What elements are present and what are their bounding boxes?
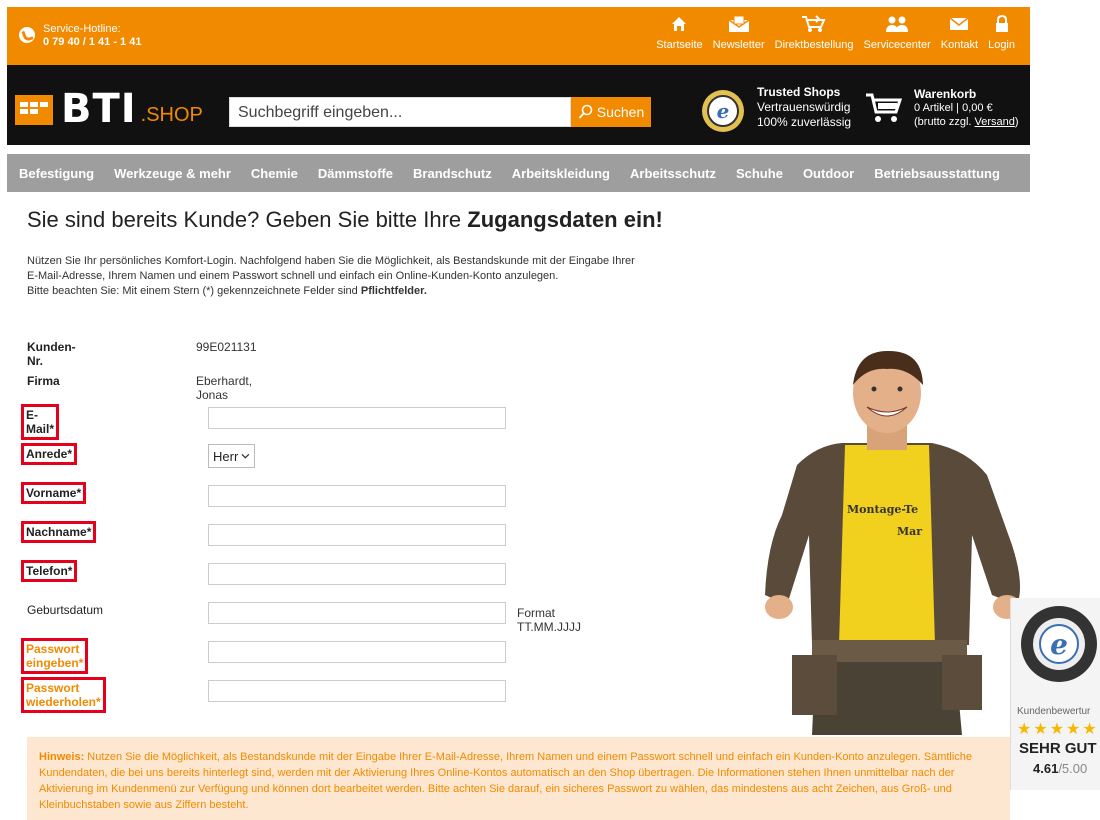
email-field[interactable]: [208, 407, 506, 429]
cart-count: 0 Artikel | 0,00 €: [914, 102, 993, 114]
nav-kontakt[interactable]: Kontakt: [936, 13, 983, 51]
shirt-text-1: Montage-Te: [847, 503, 918, 516]
category-betriebsausstattung[interactable]: Betriebsausstattung: [874, 166, 1000, 181]
nav-label: Kontakt: [940, 39, 979, 51]
cart-summary[interactable]: Warenkorb 0 Artikel | 0,00 € (brutto zzg…: [914, 87, 1019, 129]
passwort-label: Passwort eingeben*: [21, 638, 89, 674]
email-label: E-Mail*: [21, 404, 60, 440]
lock-icon: [995, 13, 1009, 35]
search-button[interactable]: Suchen: [571, 97, 651, 127]
nav-label: Servicecenter: [863, 39, 931, 51]
trusted-shops-text: Trusted Shops Vertrauenswürdig 100% zuve…: [757, 85, 851, 130]
nav-label: Direktbestellung: [774, 39, 854, 51]
star-rating-icon: ★★★★★: [1017, 721, 1099, 738]
logo-text: BTI: [61, 86, 137, 132]
nav-startseite[interactable]: Startseite: [651, 13, 707, 51]
nav-newsletter[interactable]: Newsletter: [708, 13, 770, 51]
anrede-select[interactable]: Herr: [208, 444, 255, 468]
passwort-repeat-label: Passwort wiederholen*: [21, 677, 106, 713]
worker-photo: Montage-Te Mar: [757, 345, 1027, 735]
search-icon: [578, 104, 593, 119]
trusted-line2: 100% zuverlässig: [757, 115, 852, 129]
geburtsdatum-field[interactable]: [208, 602, 506, 624]
password-field[interactable]: [208, 641, 506, 663]
category-chemie[interactable]: Chemie: [251, 166, 298, 181]
nav-label: Startseite: [656, 39, 703, 51]
mail-icon: [949, 13, 969, 35]
password-repeat-field[interactable]: [208, 680, 506, 702]
trusted-line1: Vertrauenswürdig: [757, 100, 851, 114]
category-arbeitskleidung[interactable]: Arbeitskleidung: [512, 166, 610, 181]
logo-mark-icon: [15, 95, 53, 125]
nachname-label: Nachname*: [21, 521, 97, 543]
hint-label: Hinweis:: [39, 751, 85, 763]
firma-label: Firma: [27, 374, 60, 388]
logo[interactable]: BTI .SHOP: [15, 86, 203, 132]
anrede-label: Anrede*: [21, 443, 78, 465]
shipping-link[interactable]: Versand: [975, 116, 1015, 128]
top-nav: Startseite Newsletter Direktbestellung S…: [651, 13, 1020, 51]
anrede-value: Herr: [213, 448, 239, 464]
cart-title: Warenkorb: [914, 87, 977, 101]
firma-value: Eberhardt, Jonas: [196, 374, 253, 402]
vorname-field[interactable]: [208, 485, 506, 507]
shirt-text-2: Mar: [897, 525, 922, 538]
intro-text: Nützen Sie Ihr persönliches Komfort-Logi…: [27, 255, 635, 297]
category-outdoor[interactable]: Outdoor: [803, 166, 854, 181]
service-hotline: Service-Hotline: 0 79 40 / 1 41 - 1 41: [19, 23, 141, 49]
trusted-shops-widget[interactable]: e Kundenbewertur ★★★★★ SEHR GUT 4.61/5.0…: [1010, 598, 1100, 790]
hotline-label: Service-Hotline:: [43, 23, 121, 35]
trusted-shops-badge-icon[interactable]: e: [702, 90, 744, 132]
trusted-shops-seal-icon: e: [1021, 606, 1097, 682]
logo-suffix: .SHOP: [140, 104, 203, 126]
trusted-title: Trusted Shops: [757, 85, 841, 99]
cart-note: (brutto zzgl. Versand): [914, 116, 1019, 128]
category-arbeitsschutz[interactable]: Arbeitsschutz: [630, 166, 716, 181]
newsletter-icon: [728, 13, 750, 35]
search-button-label: Suchen: [596, 104, 645, 120]
top-bar: Service-Hotline: 0 79 40 / 1 41 - 1 41 S…: [7, 7, 1030, 65]
telefon-label: Telefon*: [21, 560, 78, 582]
cart-icon[interactable]: [865, 92, 903, 131]
hotline-number: 0 79 40 / 1 41 - 1 41: [43, 36, 142, 48]
search-input[interactable]: Suchbegriff eingeben...: [229, 97, 571, 127]
page-title: Sie sind bereits Kunde? Geben Sie bitte …: [27, 207, 663, 232]
chevron-down-icon: [241, 453, 250, 459]
date-format-hint: Format TT.MM.JJJJ: [517, 606, 581, 634]
nav-login[interactable]: Login: [983, 13, 1020, 51]
nachname-field[interactable]: [208, 524, 506, 546]
direct-order-icon: [801, 13, 827, 35]
category-brandschutz[interactable]: Brandschutz: [413, 166, 492, 181]
category-schuhe[interactable]: Schuhe: [736, 166, 783, 181]
telefon-field[interactable]: [208, 563, 506, 585]
ts-grade: SEHR GUT: [1019, 740, 1097, 757]
vorname-label: Vorname*: [21, 482, 87, 504]
kundennr-value: 99E021131: [196, 340, 257, 354]
category-nav: Befestigung Werkzeuge & mehr Chemie Dämm…: [7, 154, 1030, 192]
header: BTI .SHOP Suchbegriff eingeben... Suchen…: [7, 65, 1030, 145]
nav-label: Newsletter: [712, 39, 765, 51]
category-daemmstoffe[interactable]: Dämmstoffe: [318, 166, 393, 181]
ts-score: 4.61/5.00: [1033, 761, 1088, 776]
hint-text: Nutzen Sie die Möglichkeit, als Bestands…: [39, 751, 973, 811]
nav-direktbestellung[interactable]: Direktbestellung: [770, 13, 859, 51]
hint-box: Hinweis: Nutzen Sie die Möglichkeit, als…: [27, 737, 1010, 820]
category-werkzeuge[interactable]: Werkzeuge & mehr: [114, 166, 231, 181]
ts-rating-label: Kundenbewertur: [1017, 706, 1091, 717]
geburtsdatum-label: Geburtsdatum: [27, 603, 104, 617]
nav-servicecenter[interactable]: Servicecenter: [859, 13, 936, 51]
people-icon: [885, 13, 909, 35]
kundennr-label: Kunden-Nr.: [27, 340, 76, 368]
nav-label: Login: [988, 39, 1015, 51]
home-icon: [671, 13, 687, 35]
category-befestigung[interactable]: Befestigung: [19, 166, 94, 181]
phone-icon: [19, 27, 35, 43]
